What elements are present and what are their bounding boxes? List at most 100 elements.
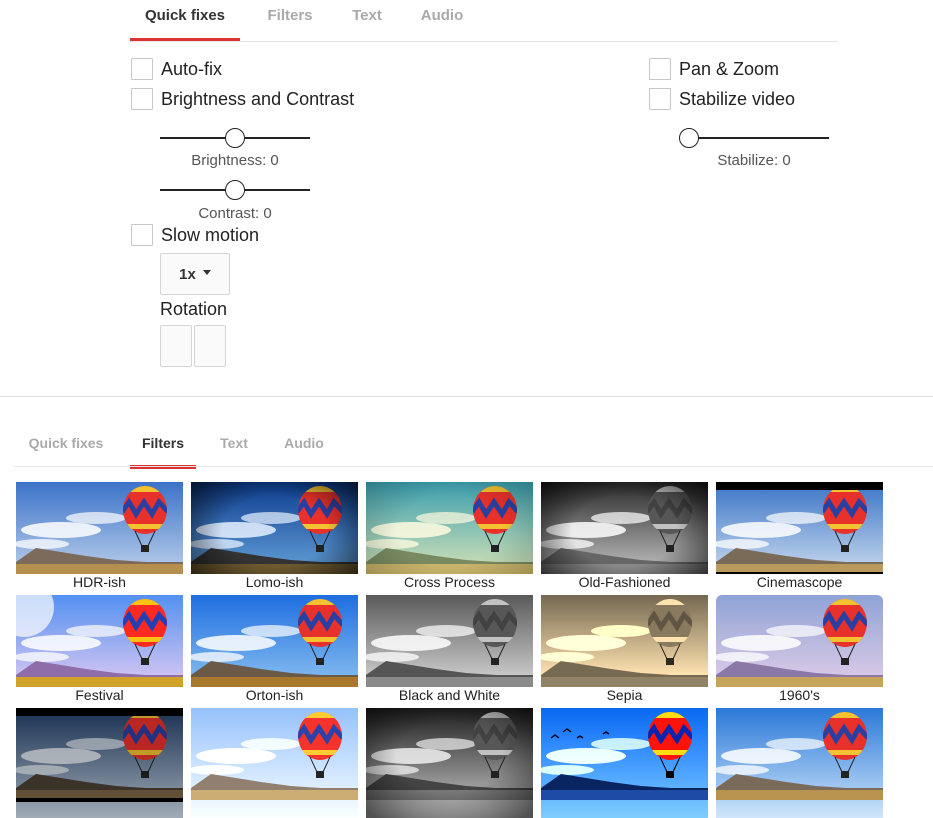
cloud: [546, 635, 626, 651]
tab-text[interactable]: Text: [215, 433, 253, 469]
filter-preview-image: [16, 708, 183, 818]
cloud: [21, 748, 101, 764]
filter-tile[interactable]: [191, 708, 358, 818]
balloon-basket: [141, 658, 149, 665]
filter-tile[interactable]: [716, 708, 883, 818]
stabilize-video-label: Stabilize video: [679, 88, 796, 109]
brightness-slider[interactable]: [160, 127, 310, 149]
cloud: [21, 635, 101, 651]
cloud: [66, 625, 126, 637]
stabilize-video-checkbox[interactable]: [649, 88, 671, 110]
slider-thumb[interactable]: [225, 180, 245, 200]
balloon-basket: [841, 658, 849, 665]
filter-tile-label: Cross Process: [366, 574, 533, 592]
brightness-value-label: Brightness: 0: [191, 152, 279, 169]
section-separator: [0, 396, 933, 397]
cloud: [21, 522, 101, 538]
slider-thumb[interactable]: [679, 128, 699, 148]
balloon-basket: [491, 658, 499, 665]
balloon-basket: [666, 771, 674, 778]
cloud: [591, 625, 651, 637]
filter-tile[interactable]: Black and White: [366, 595, 533, 705]
filter-tile-label: 1960's: [716, 687, 883, 705]
filter-preview-image: [366, 708, 533, 818]
cloud: [196, 748, 276, 764]
balloon-basket: [316, 658, 324, 665]
filter-tile[interactable]: Festival: [16, 595, 183, 705]
cloud: [241, 738, 301, 750]
filter-tile[interactable]: [16, 708, 183, 818]
slider-track: [679, 137, 829, 139]
filter-tile-label: Cinemascope: [716, 574, 883, 592]
tab-label: Audio: [284, 435, 324, 451]
cloud: [371, 635, 451, 651]
filter-tile[interactable]: Old-Fashioned: [541, 482, 708, 592]
tab-quick-fixes[interactable]: Quick fixes: [20, 433, 112, 469]
tab-bar-divider: [14, 466, 933, 467]
filter-tile[interactable]: 1960's: [716, 595, 883, 705]
tab-label: Filters: [141, 435, 184, 451]
stabilize-slider[interactable]: [679, 127, 829, 149]
filter-tile-label: Festival: [16, 687, 183, 705]
auto-fix-checkbox[interactable]: [131, 58, 153, 80]
ground: [16, 677, 183, 687]
tab-label: Audio: [420, 7, 464, 24]
tab-label: Quick fixes: [144, 7, 226, 24]
filter-tile[interactable]: [541, 708, 708, 818]
ground: [541, 677, 708, 687]
tab-quick-fixes[interactable]: Quick fixes: [130, 6, 240, 42]
filter-tile-label: HDR-ish: [16, 574, 183, 592]
cloud: [766, 625, 826, 637]
filter-tile[interactable]: Orton-ish: [191, 595, 358, 705]
contrast-slider[interactable]: [160, 179, 310, 201]
pan-zoom-option[interactable]: Pan & Zoom: [649, 58, 779, 80]
ground: [716, 677, 883, 687]
rotate-left-button[interactable]: [160, 325, 192, 367]
letterbox-bar: [16, 708, 183, 716]
auto-fix-option[interactable]: Auto-fix: [131, 58, 222, 80]
slow-motion-checkbox[interactable]: [131, 224, 153, 246]
cloud: [721, 748, 801, 764]
cloud: [196, 635, 276, 651]
filter-tile[interactable]: [366, 708, 533, 818]
filter-tile-label: Old-Fashioned: [541, 574, 708, 592]
slider-thumb[interactable]: [225, 128, 245, 148]
brightness-contrast-option[interactable]: Brightness and Contrast: [131, 88, 354, 110]
brightness-contrast-checkbox[interactable]: [131, 88, 153, 110]
cloud: [766, 512, 826, 524]
filter-tile[interactable]: Sepia: [541, 595, 708, 705]
speed-dropdown-value: 1x: [179, 265, 196, 283]
filter-tile[interactable]: Lomo-ish: [191, 482, 358, 592]
cloud: [721, 635, 801, 651]
tab-bar-divider: [130, 41, 838, 42]
cloud: [546, 748, 626, 764]
balloon-basket: [841, 771, 849, 778]
tab-audio[interactable]: Audio: [280, 433, 328, 469]
rotation-label: Rotation: [160, 299, 228, 319]
tab-filters[interactable]: Filters: [262, 6, 318, 42]
cloud: [241, 625, 301, 637]
filter-tile[interactable]: HDR-ish: [16, 482, 183, 592]
ground: [366, 677, 533, 687]
stabilize-video-option[interactable]: Stabilize video: [649, 88, 795, 110]
tab-label: Text: [220, 435, 248, 451]
filter-tile[interactable]: Cross Process: [366, 482, 533, 592]
rotate-right-button[interactable]: [194, 325, 226, 367]
filter-preview-image: [716, 708, 883, 818]
balloon-basket: [666, 658, 674, 665]
tab-filters[interactable]: Filters: [130, 433, 196, 469]
auto-fix-label: Auto-fix: [161, 58, 223, 79]
cloud: [766, 738, 826, 750]
speed-dropdown[interactable]: 1x: [160, 253, 230, 295]
tab-text[interactable]: Text: [347, 6, 387, 42]
caret-down-icon: [202, 269, 211, 275]
balloon-basket: [841, 545, 849, 552]
balloon-basket: [141, 771, 149, 778]
pan-zoom-checkbox[interactable]: [649, 58, 671, 80]
slow-motion-option[interactable]: Slow motion: [131, 224, 259, 246]
cloud: [591, 738, 651, 750]
tab-audio[interactable]: Audio: [416, 6, 468, 42]
ground: [16, 564, 183, 574]
filter-tile[interactable]: Cinemascope: [716, 482, 883, 592]
cloud: [66, 738, 126, 750]
